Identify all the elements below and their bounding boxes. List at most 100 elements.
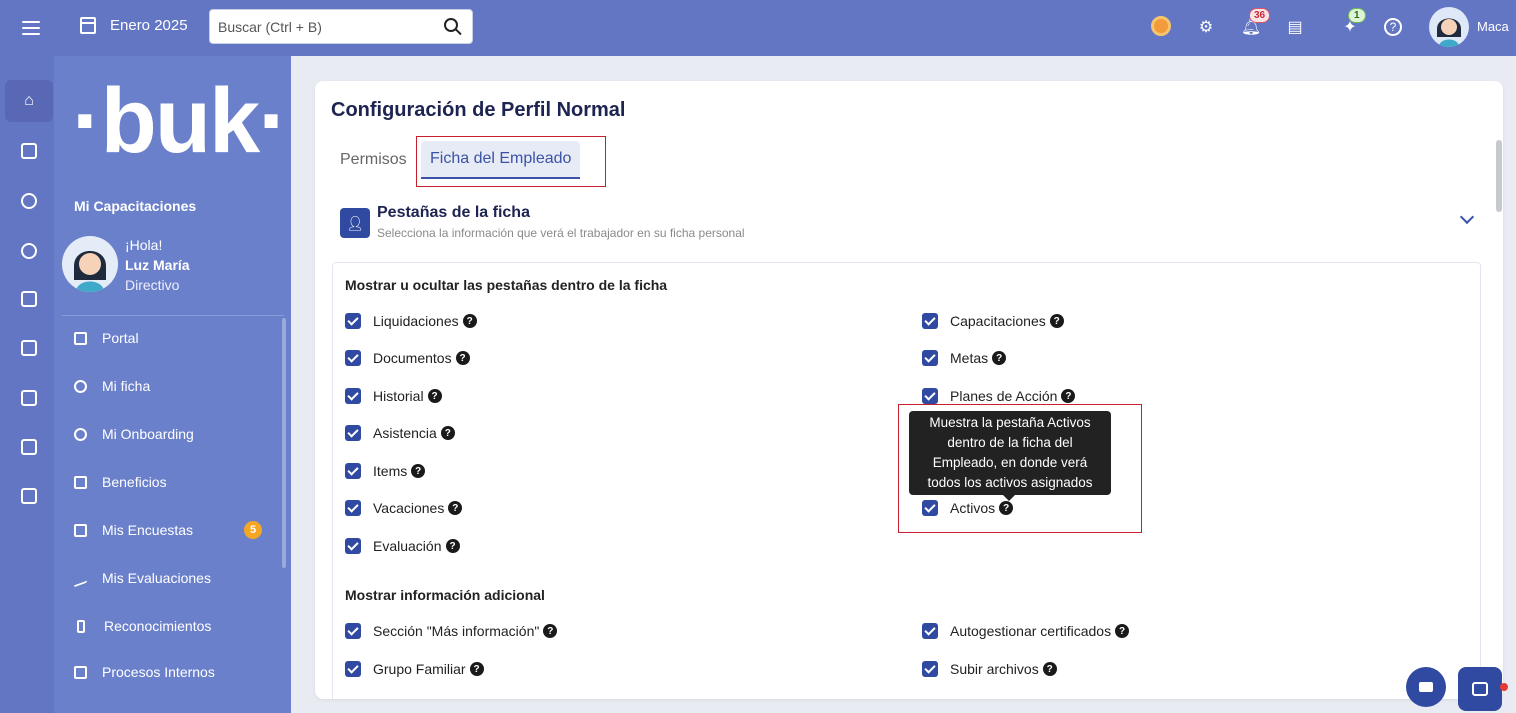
checkbox[interactable]	[345, 313, 361, 329]
help-icon[interactable]: ?	[992, 351, 1007, 365]
period-selector[interactable]: Enero 2025	[110, 17, 188, 34]
help-icon[interactable]: ?	[543, 624, 558, 638]
store-icon[interactable]	[5, 475, 53, 517]
encuestas-badge: 5	[244, 521, 262, 539]
user-name[interactable]: Maca	[1477, 19, 1509, 34]
help-icon[interactable]: ?	[448, 501, 463, 515]
checkbox[interactable]	[345, 388, 361, 404]
tab-permisos[interactable]: Permisos	[332, 141, 415, 179]
help-icon[interactable]: ?	[411, 464, 426, 478]
icon-rail: ⌂	[0, 56, 54, 713]
hamburger-menu-icon[interactable]	[22, 17, 40, 37]
help-icon[interactable]: ?	[445, 539, 460, 553]
checkbox[interactable]	[345, 538, 361, 554]
option-label: Autogestionar certificados	[950, 623, 1112, 639]
option-label: Liquidaciones	[373, 313, 459, 329]
status-circle-icon[interactable]	[1151, 16, 1171, 36]
option-mas-informacion[interactable]: Sección "Más información"?	[345, 623, 558, 639]
option-liquidaciones[interactable]: Liquidaciones?	[345, 313, 477, 329]
help-icon[interactable]: ?	[440, 426, 455, 440]
sidebar-item-label: Procesos Internos	[102, 664, 215, 680]
sidebar-item-portal[interactable]: Portal	[74, 330, 264, 346]
option-label: Capacitaciones	[950, 313, 1046, 329]
checkbox[interactable]	[345, 463, 361, 479]
sidebar-item-encuestas[interactable]: Mis Encuestas	[74, 522, 264, 538]
checkbox[interactable]	[345, 500, 361, 516]
help-icon[interactable]: ?	[1115, 624, 1130, 638]
group-title: Mostrar u ocultar las pestañas dentro de…	[345, 277, 668, 293]
clock-icon[interactable]	[5, 230, 53, 272]
sidebar-item-onboarding[interactable]: Mi Onboarding	[74, 426, 264, 442]
option-documentos[interactable]: Documentos?	[345, 350, 470, 366]
option-items[interactable]: Items?	[345, 463, 426, 479]
sidebar-item-reconocimientos[interactable]: Reconocimientos	[74, 618, 264, 634]
gift-icon	[74, 475, 87, 489]
sidebar-item-mi-ficha[interactable]: Mi ficha	[74, 378, 264, 394]
dollar-icon[interactable]	[5, 180, 53, 222]
tasks-badge: 1	[1348, 8, 1366, 23]
home-icon[interactable]: ⌂	[5, 80, 53, 122]
option-label: Subir archivos	[950, 661, 1039, 677]
checkbox[interactable]	[922, 661, 938, 677]
checkbox[interactable]	[922, 388, 938, 404]
search-icon[interactable]	[444, 18, 458, 32]
option-planes-accion[interactable]: Planes de Acción?	[922, 388, 1076, 404]
sidebar-item-procesos[interactable]: Procesos Internos	[74, 664, 264, 680]
option-autogestionar-certificados[interactable]: Autogestionar certificados?	[922, 623, 1130, 639]
help-icon[interactable]: ?	[1061, 389, 1076, 403]
option-capacitaciones[interactable]: Capacitaciones?	[922, 313, 1064, 329]
hand-heart-icon[interactable]	[5, 278, 53, 320]
chevron-down-icon[interactable]	[1459, 209, 1475, 225]
sidebar-item-label: Beneficios	[102, 474, 167, 490]
message-icon	[1472, 682, 1488, 696]
graduation-cap-icon[interactable]	[5, 377, 53, 419]
document-icon[interactable]: ▤	[1284, 16, 1306, 38]
top-bar: Enero 2025 ⚙ 🔔︎ 36 ▤ ✦ 1 ? Maca	[0, 0, 1516, 56]
option-label: Items	[373, 463, 408, 479]
option-metas[interactable]: Metas?	[922, 350, 1007, 366]
checkbox[interactable]	[922, 623, 938, 639]
gift-icon[interactable]	[5, 327, 53, 369]
checkbox[interactable]	[345, 661, 361, 677]
messages-button[interactable]	[1458, 667, 1502, 711]
page-scrollbar[interactable]	[1496, 140, 1502, 212]
chat-button[interactable]	[1406, 667, 1446, 707]
help-icon[interactable]: ?	[455, 351, 470, 365]
checkbox[interactable]	[345, 425, 361, 441]
profile-name: Luz María	[125, 257, 190, 273]
calendar-icon[interactable]	[80, 17, 96, 34]
gear-icon[interactable]: ⚙	[1195, 16, 1217, 38]
help-icon[interactable]: ?	[427, 389, 442, 403]
chat-icon	[1419, 682, 1433, 692]
process-icon	[74, 665, 87, 679]
checkbox[interactable]	[345, 623, 361, 639]
sidebar-item-label: Mi ficha	[102, 378, 151, 394]
help-icon[interactable]: ?	[1042, 662, 1057, 676]
tab-highlight-box	[416, 136, 606, 187]
option-grupo-familiar[interactable]: Grupo Familiar?	[345, 661, 484, 677]
checkbox[interactable]	[922, 350, 938, 366]
sidebar-scrollbar[interactable]	[282, 318, 286, 568]
clipboard-icon[interactable]	[5, 130, 53, 172]
option-vacaciones[interactable]: Vacaciones?	[345, 500, 463, 516]
help-circle-icon[interactable]: ?	[1384, 18, 1402, 36]
sidebar-item-beneficios[interactable]: Beneficios	[74, 474, 264, 490]
option-historial[interactable]: Historial?	[345, 388, 442, 404]
option-asistencia[interactable]: Asistencia?	[345, 425, 455, 441]
help-icon[interactable]: ?	[469, 662, 484, 676]
checkbox[interactable]	[922, 313, 938, 329]
checkbox[interactable]	[345, 350, 361, 366]
activos-highlight-box	[898, 404, 1142, 533]
option-subir-archivos[interactable]: Subir archivos?	[922, 661, 1057, 677]
option-evaluacion[interactable]: Evaluación?	[345, 538, 460, 554]
folder-icon[interactable]	[5, 426, 53, 468]
main-card: Configuración de Perfil Normal Permisos …	[315, 81, 1503, 699]
sidebar-item-evaluaciones[interactable]: Mis Evaluaciones	[74, 569, 264, 587]
user-avatar[interactable]	[1429, 7, 1469, 47]
help-icon[interactable]: ?	[1049, 314, 1064, 328]
check-circle-icon	[74, 427, 87, 441]
trend-icon	[74, 569, 87, 587]
search-input[interactable]	[210, 10, 430, 43]
help-icon[interactable]: ?	[462, 314, 477, 328]
survey-icon	[74, 523, 87, 537]
